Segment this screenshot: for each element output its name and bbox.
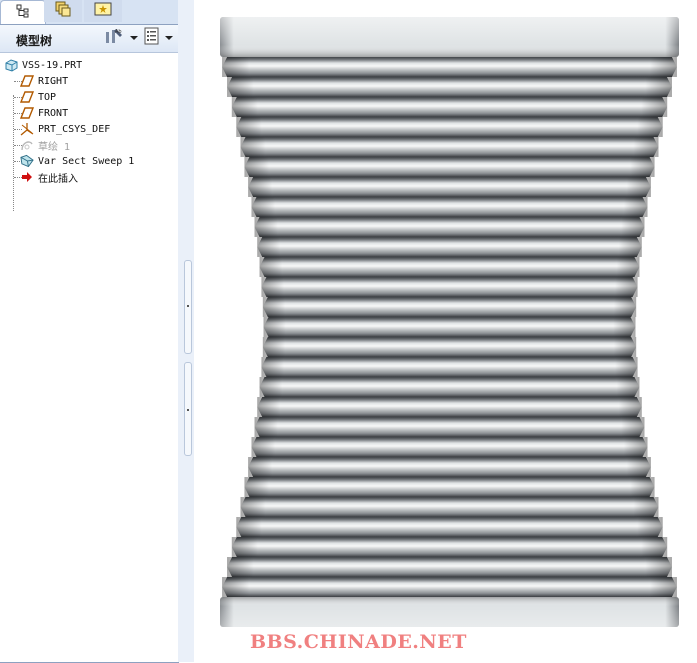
watermark: BBS.CHINADE.NET xyxy=(250,631,467,653)
insert-here-arrow-icon xyxy=(20,170,34,184)
bellows-rib-shade xyxy=(244,477,655,497)
tree-item-label: RIGHT xyxy=(38,75,69,87)
bottom-end-cap-shade xyxy=(220,597,679,627)
datum-plane-icon xyxy=(20,74,34,88)
tree-item-sweep[interactable]: Var Sect Sweep 1 xyxy=(20,153,134,169)
bellows-rib-shade xyxy=(244,157,655,177)
tab-model-tree[interactable] xyxy=(0,0,46,24)
bellows-rib-shade xyxy=(227,77,672,97)
tree-item-top[interactable]: TOP xyxy=(20,89,56,105)
sketch-icon xyxy=(20,138,34,152)
bellows-rib-shade xyxy=(231,537,668,557)
bellows-rib-shade xyxy=(259,257,640,277)
bellows-rib-shade xyxy=(222,577,677,597)
show-menu-icon xyxy=(143,27,161,49)
bellows-rib-shade xyxy=(222,57,677,77)
bellows-rib-shade xyxy=(261,357,638,377)
tree-root[interactable]: VSS-19.PRT xyxy=(4,57,82,73)
bellows-rib-shade xyxy=(254,417,645,437)
bellows-model[interactable] xyxy=(194,0,697,662)
chevron-down-icon xyxy=(130,36,138,40)
navigator-panel: 模型树 Ab VSS-19.PRT RIGHT TOP FRONT PRT_CS… xyxy=(0,0,180,663)
tree-item-label: 在此插入 xyxy=(38,173,78,185)
bellows-rib-shade xyxy=(248,177,651,197)
graphics-window[interactable]: BBS.CHINADE.NET xyxy=(194,0,697,662)
coordinate-system-icon xyxy=(20,122,34,136)
tree-item-label: 草绘 1 xyxy=(38,141,71,153)
tree-root-label: VSS-19.PRT xyxy=(22,59,83,71)
panel-splitter[interactable] xyxy=(178,0,194,662)
tree-item-right[interactable]: RIGHT xyxy=(20,73,68,89)
datum-plane-icon xyxy=(20,90,34,104)
favorites-icon xyxy=(94,1,112,21)
tree-item-front[interactable]: FRONT xyxy=(20,105,68,121)
part-icon xyxy=(4,58,18,72)
navigator-tabbar xyxy=(0,0,180,24)
bellows-rib-shade xyxy=(254,217,645,237)
bellows-rib-shade xyxy=(261,277,638,297)
tree-item-insert-here[interactable]: 在此插入 xyxy=(20,169,78,185)
grip-dot xyxy=(187,409,189,411)
model-tree-icon xyxy=(16,3,30,22)
bellows-rib-shade xyxy=(257,237,642,257)
tree-settings-button[interactable]: Ab xyxy=(104,27,138,49)
top-end-cap-shade xyxy=(220,17,679,57)
bellows-rib-shade xyxy=(236,517,663,537)
bellows-rib-shade xyxy=(240,137,659,157)
model-tree-panel: 模型树 Ab VSS-19.PRT RIGHT TOP FRONT PRT_CS… xyxy=(0,24,179,663)
layers-icon xyxy=(54,0,72,22)
tab-layers[interactable] xyxy=(44,0,82,22)
splitter-handle[interactable] xyxy=(184,260,192,354)
chevron-down-icon xyxy=(165,36,173,40)
tree-settings-icon: Ab xyxy=(104,27,126,49)
splitter-handle[interactable] xyxy=(184,362,192,456)
bellows-rib-shade xyxy=(227,557,672,577)
tree-item-label: FRONT xyxy=(38,107,69,119)
model-tree-header: 模型树 Ab xyxy=(0,25,178,53)
tree-item-csys[interactable]: PRT_CSYS_DEF xyxy=(20,121,110,137)
bellows-rib-shade xyxy=(240,497,659,517)
bellows-rib-shade xyxy=(231,97,668,117)
bellows-rib-shade xyxy=(263,317,636,337)
bellows-rib-shade xyxy=(251,437,648,457)
bellows-rib-shade xyxy=(259,377,640,397)
bellows-rib-shade xyxy=(257,397,642,417)
tree-item-label: Var Sect Sweep 1 xyxy=(38,155,135,167)
bellows-rib-shade xyxy=(262,297,637,317)
tab-favorites[interactable] xyxy=(84,0,122,22)
bellows-ribs xyxy=(222,57,677,597)
datum-plane-icon xyxy=(20,106,34,120)
svg-text:Ab: Ab xyxy=(115,29,122,35)
bellows-rib-shade xyxy=(251,197,648,217)
tree-item-label: PRT_CSYS_DEF xyxy=(38,123,111,135)
panel-title: 模型树 xyxy=(16,34,53,48)
bellows-rib-shade xyxy=(236,117,663,137)
bellows-rib-shade xyxy=(248,457,651,477)
sweep-icon xyxy=(20,154,34,168)
tree-item-sketch[interactable]: 草绘 1 xyxy=(20,137,70,153)
tree-item-label: TOP xyxy=(38,91,57,103)
bellows-rib-shade xyxy=(262,337,637,357)
grip-dot xyxy=(187,305,189,307)
show-menu-button[interactable] xyxy=(143,27,177,49)
